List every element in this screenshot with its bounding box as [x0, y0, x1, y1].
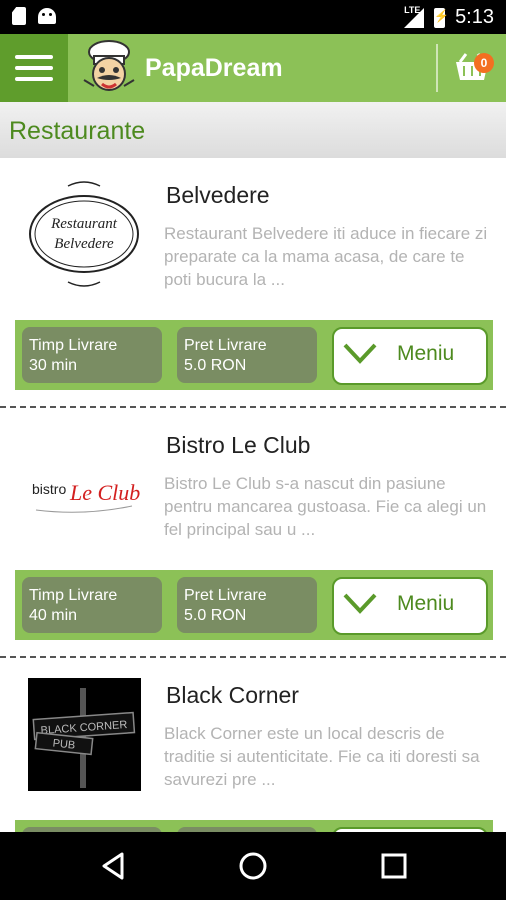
delivery-time-label: Timp Livrare [29, 337, 118, 354]
restaurant-logo: BLACK CORNER PUB [28, 678, 141, 791]
system-nav-bar [0, 832, 506, 900]
android-icon [38, 8, 56, 24]
logo-text-line2: Le Club [69, 480, 140, 505]
restaurant-logo: Restaurant Belvedere [28, 178, 141, 291]
network-type: LTE [404, 4, 421, 15]
delivery-time-chip: Timp Livrare 30 min [22, 327, 162, 383]
delivery-time-value: 30 min [29, 357, 78, 374]
menu-button-label: Meniu [397, 342, 455, 365]
cart-badge: 0 [474, 53, 494, 73]
hamburger-line [15, 66, 53, 70]
restaurant-name: Belvedere [166, 182, 270, 208]
chef-logo-icon [83, 40, 135, 91]
app-bar: PapaDream 0 [0, 34, 506, 102]
signal-icon: LTE [404, 4, 425, 28]
menu-button[interactable]: Meniu [332, 327, 488, 385]
status-bar: LTE 5:13 [0, 0, 506, 34]
restaurant-info-bar: Timp Livrare 40 min Pret Livrare 5.0 RON… [15, 570, 493, 640]
restaurant-name: Bistro Le Club [166, 432, 311, 458]
appbar-divider [436, 44, 438, 92]
delivery-price-chip: Pret Livrare 5.0 RON [177, 577, 317, 633]
restaurant-logo: bistro Le Club [28, 428, 141, 541]
menu-button-label: Meniu [397, 592, 455, 615]
section-title: Restaurante [9, 117, 146, 145]
menu-button[interactable] [0, 34, 68, 102]
hamburger-icon [15, 55, 53, 59]
restaurant-name: Black Corner [166, 682, 299, 708]
restaurant-info-bar: Timp Livrare 30 min Pret Livrare 5.0 RON… [15, 320, 493, 390]
delivery-price-value: 5.0 RON [184, 607, 247, 624]
app-title: PapaDream [145, 54, 283, 82]
logo-text-line2: Belvedere [54, 236, 114, 252]
battery-icon [434, 7, 449, 28]
logo-text-line1: bistro [32, 481, 66, 497]
back-icon[interactable] [98, 850, 130, 882]
delivery-price-chip: Pret Livrare 5.0 RON [177, 327, 317, 383]
restaurant-card[interactable]: Restaurant Belvedere Belvedere Restauran… [0, 158, 506, 408]
delivery-price-value: 5.0 RON [184, 357, 247, 374]
delivery-price-label: Pret Livrare [184, 587, 267, 604]
delivery-time-chip: Timp Livrare 40 min [22, 577, 162, 633]
menu-button[interactable]: Meniu [332, 577, 488, 635]
hamburger-line [15, 77, 53, 81]
restaurant-card[interactable]: bistro Le Club Bistro Le Club Bistro Le … [0, 408, 506, 658]
restaurant-description: Restaurant Belvedere iti aduce in fiecar… [164, 224, 488, 289]
sd-card-icon [12, 7, 26, 25]
delivery-time-value: 40 min [29, 607, 78, 624]
home-icon[interactable] [237, 850, 269, 882]
logo-text-line2: PUB [52, 737, 76, 751]
section-header: Restaurante [0, 102, 506, 158]
recents-icon[interactable] [378, 850, 410, 882]
delivery-time-label: Timp Livrare [29, 587, 118, 604]
clock: 5:13 [455, 6, 494, 28]
chevron-down-icon [343, 593, 377, 614]
restaurant-description: Black Corner este un local descris de tr… [164, 724, 480, 789]
restaurant-description: Bistro Le Club s-a nascut din pasiune pe… [164, 474, 487, 539]
logo-text-line1: Restaurant [50, 216, 118, 232]
delivery-price-label: Pret Livrare [184, 337, 267, 354]
chevron-down-icon [343, 343, 377, 364]
